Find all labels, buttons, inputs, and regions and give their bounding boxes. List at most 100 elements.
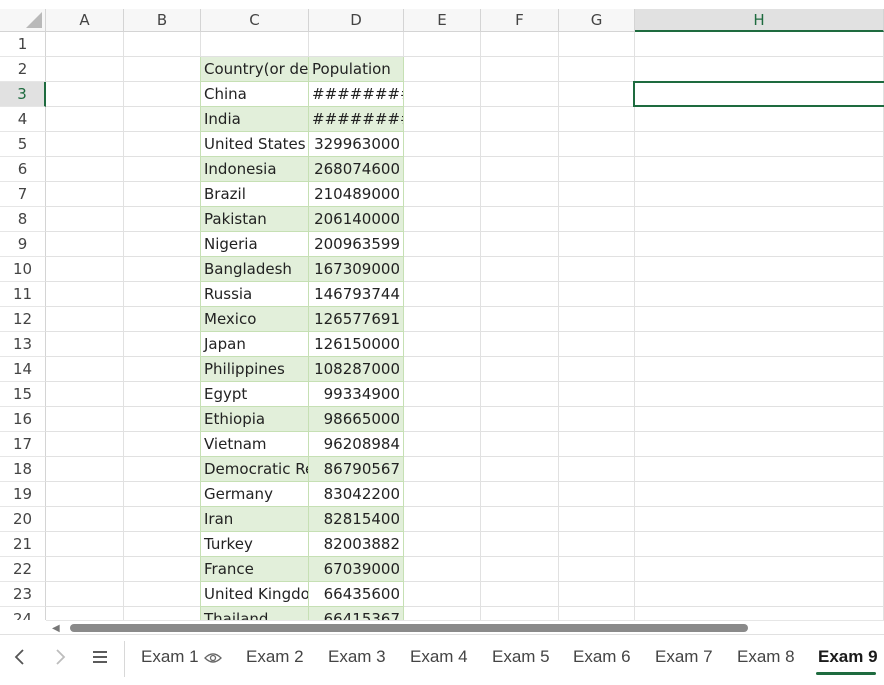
table-cell-population[interactable]: 126577691 xyxy=(309,307,404,332)
table-cell-population[interactable]: ######### xyxy=(309,107,404,132)
table-cell-country[interactable]: Turkey xyxy=(201,532,309,557)
column-header-e[interactable]: E xyxy=(404,9,481,32)
table-cell-population[interactable]: 146793744 xyxy=(309,282,404,307)
row-header-22[interactable]: 22 xyxy=(0,557,46,582)
table-cell-country[interactable]: Pakistan xyxy=(201,207,309,232)
row-header-1[interactable]: 1 xyxy=(0,32,46,57)
row-header-13[interactable]: 13 xyxy=(0,332,46,357)
sheet-tab-exam-9[interactable]: Exam 9 xyxy=(818,641,878,673)
active-cell-H3[interactable] xyxy=(633,81,884,107)
row-header-9[interactable]: 9 xyxy=(0,232,46,257)
row-header-7[interactable]: 7 xyxy=(0,182,46,207)
table-header-country[interactable]: Country(or de xyxy=(201,57,309,82)
table-cell-population[interactable]: 108287000 xyxy=(309,357,404,382)
table-cell-population[interactable]: 82003882 xyxy=(309,532,404,557)
row-header-20[interactable]: 20 xyxy=(0,507,46,532)
sheet-tab-label: Exam 9 xyxy=(818,647,878,666)
select-all-corner[interactable] xyxy=(0,9,46,32)
table-cell-country[interactable]: Ethiopia xyxy=(201,407,309,432)
table-cell-country[interactable]: United Kingdo xyxy=(201,582,309,607)
table-cell-population[interactable]: 268074600 xyxy=(309,157,404,182)
row-header-3[interactable]: 3 xyxy=(0,82,46,107)
sheet-tab-exam-6[interactable]: Exam 6 xyxy=(573,641,631,673)
table-cell-population[interactable]: 126150000 xyxy=(309,332,404,357)
table-cell-country[interactable]: Germany xyxy=(201,482,309,507)
column-header-c[interactable]: C xyxy=(201,9,309,32)
table-cell-population[interactable]: 66435600 xyxy=(309,582,404,607)
row-header-15[interactable]: 15 xyxy=(0,382,46,407)
scroll-left-arrow-icon[interactable]: ◀ xyxy=(52,623,60,634)
gridline-horizontal xyxy=(46,331,884,332)
row-header-11[interactable]: 11 xyxy=(0,282,46,307)
column-header-g[interactable]: G xyxy=(559,9,635,32)
table-cell-population[interactable]: 82815400 xyxy=(309,507,404,532)
row-header-17[interactable]: 17 xyxy=(0,432,46,457)
table-cell-population[interactable]: 99334900 xyxy=(309,382,404,407)
column-header-h[interactable]: H xyxy=(635,9,884,32)
table-cell-country[interactable]: United States xyxy=(201,132,309,157)
table-cell-country[interactable]: India xyxy=(201,107,309,132)
column-header-f[interactable]: F xyxy=(481,9,559,32)
table-cell-country[interactable]: Democratic Re xyxy=(201,457,309,482)
row-header-2[interactable]: 2 xyxy=(0,57,46,82)
table-cell-population[interactable]: 83042200 xyxy=(309,482,404,507)
sheet-tab-exam-5[interactable]: Exam 5 xyxy=(492,641,550,673)
table-cell-population[interactable]: 210489000 xyxy=(309,182,404,207)
table-cell-country[interactable]: Bangladesh xyxy=(201,257,309,282)
row-header-19[interactable]: 19 xyxy=(0,482,46,507)
sheet-tab-exam-2[interactable]: Exam 2 xyxy=(246,641,304,673)
sheet-tab-exam-7[interactable]: Exam 7 xyxy=(655,641,713,673)
table-cell-population[interactable]: 96208984 xyxy=(309,432,404,457)
column-header-b[interactable]: B xyxy=(124,9,201,32)
table-cell-population[interactable]: 329963000 xyxy=(309,132,404,157)
horizontal-scrollbar[interactable]: ◀ xyxy=(46,620,884,635)
active-tab-underline xyxy=(816,672,876,675)
table-cell-population[interactable]: 86790567 xyxy=(309,457,404,482)
row-header-12[interactable]: 12 xyxy=(0,307,46,332)
chevron-right-icon[interactable] xyxy=(46,643,74,671)
table-cell-population[interactable]: 98665000 xyxy=(309,407,404,432)
column-header-a[interactable]: A xyxy=(46,9,124,32)
sheet-tab-exam-8[interactable]: Exam 8 xyxy=(737,641,795,673)
row-header-6[interactable]: 6 xyxy=(0,157,46,182)
table-cell-country[interactable]: Thailand xyxy=(201,607,309,620)
tab-separator xyxy=(124,641,125,677)
table-cell-population[interactable]: ######### xyxy=(309,82,404,107)
scroll-thumb[interactable] xyxy=(70,624,748,632)
chevron-left-icon[interactable] xyxy=(6,643,34,671)
table-header-population[interactable]: Population xyxy=(309,57,404,82)
table-cell-country[interactable]: Iran xyxy=(201,507,309,532)
column-header-d[interactable]: D xyxy=(309,9,404,32)
sheet-tab-exam-4[interactable]: Exam 4 xyxy=(410,641,468,673)
row-header-23[interactable]: 23 xyxy=(0,582,46,607)
spreadsheet-grid[interactable]: ABCDEFGH 1 2 3 4 5 6 7 8 9 10 11 12 13 14 15 16 17 18 19 20… xyxy=(0,0,884,620)
table-cell-country[interactable]: Egypt xyxy=(201,382,309,407)
table-cell-country[interactable]: Japan xyxy=(201,332,309,357)
table-cell-country[interactable]: Russia xyxy=(201,282,309,307)
row-header-24[interactable]: 24 xyxy=(0,607,46,620)
table-cell-population[interactable]: 167309000 xyxy=(309,257,404,282)
table-cell-population[interactable]: 200963599 xyxy=(309,232,404,257)
row-header-16[interactable]: 16 xyxy=(0,407,46,432)
row-header-10[interactable]: 10 xyxy=(0,257,46,282)
table-cell-population[interactable]: 66415367 xyxy=(309,607,404,620)
sheet-tab-exam-1[interactable]: Exam 1 xyxy=(141,641,222,673)
table-cell-country[interactable]: France xyxy=(201,557,309,582)
table-cell-country[interactable]: Vietnam xyxy=(201,432,309,457)
table-cell-country[interactable]: Nigeria xyxy=(201,232,309,257)
row-header-5[interactable]: 5 xyxy=(0,132,46,157)
row-header-4[interactable]: 4 xyxy=(0,107,46,132)
table-cell-country[interactable]: China xyxy=(201,82,309,107)
table-cell-population[interactable]: 67039000 xyxy=(309,557,404,582)
row-header-21[interactable]: 21 xyxy=(0,532,46,557)
hamburger-menu-icon[interactable] xyxy=(86,643,114,671)
sheet-tab-exam-3[interactable]: Exam 3 xyxy=(328,641,386,673)
row-header-8[interactable]: 8 xyxy=(0,207,46,232)
table-cell-country[interactable]: Indonesia xyxy=(201,157,309,182)
table-cell-population[interactable]: 206140000 xyxy=(309,207,404,232)
table-cell-country[interactable]: Brazil xyxy=(201,182,309,207)
table-cell-country[interactable]: Mexico xyxy=(201,307,309,332)
row-header-14[interactable]: 14 xyxy=(0,357,46,382)
table-cell-country[interactable]: Philippines xyxy=(201,357,309,382)
row-header-18[interactable]: 18 xyxy=(0,457,46,482)
